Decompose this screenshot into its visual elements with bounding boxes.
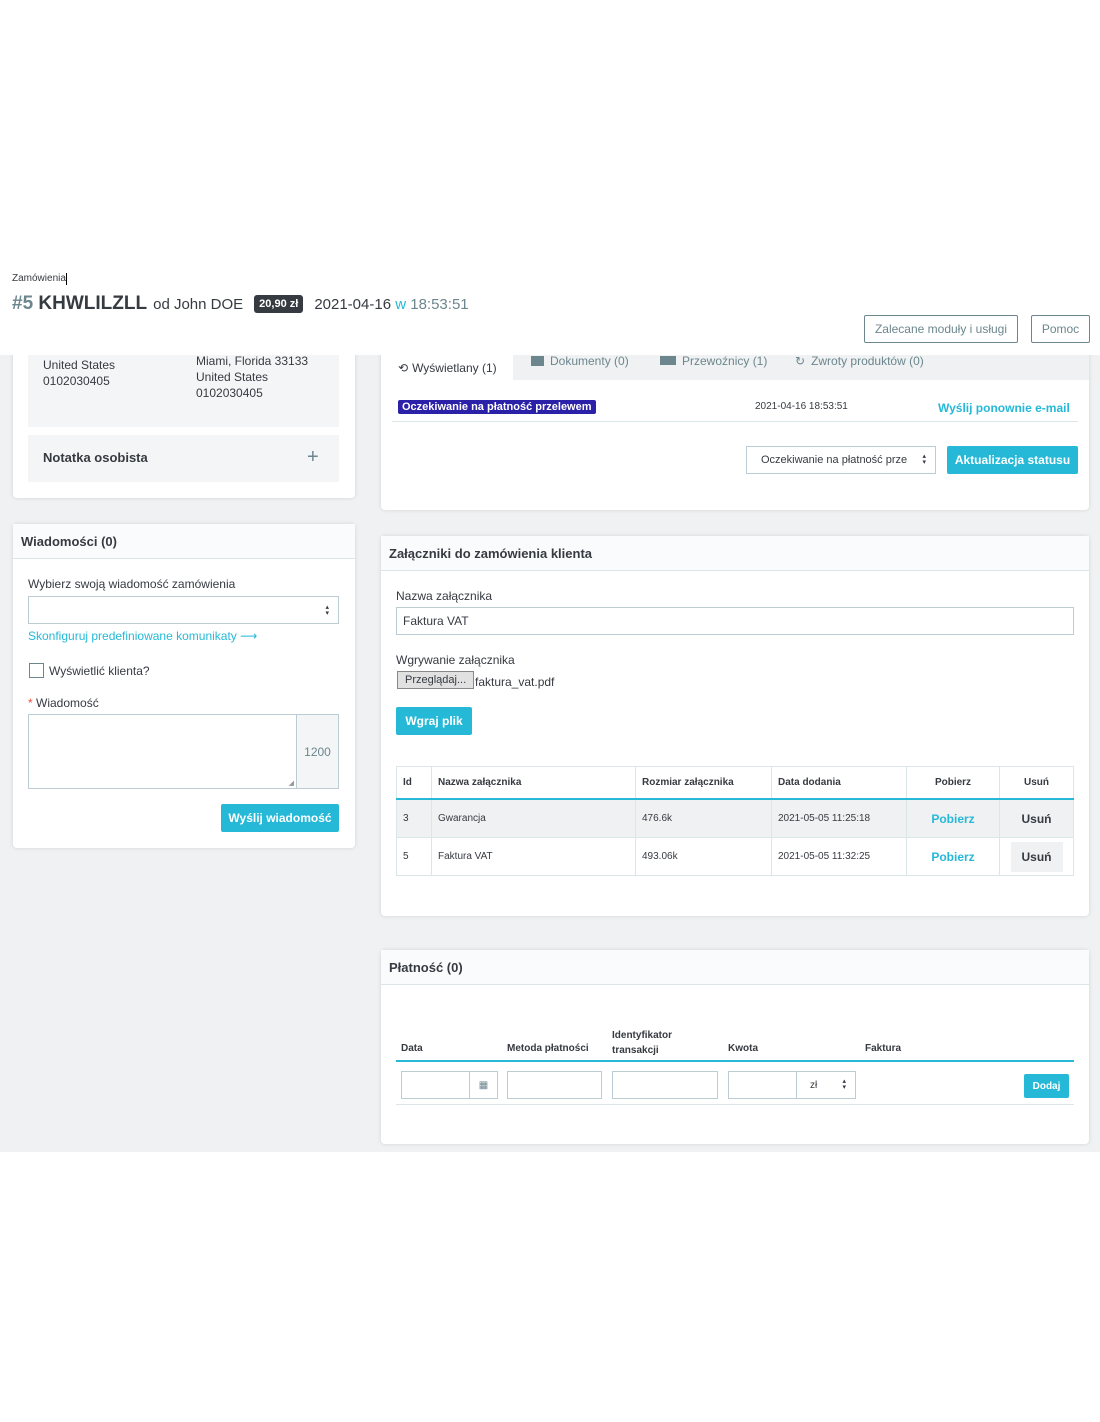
configure-messages-link[interactable]: Skonfiguruj predefiniowane komunikaty ⟶ (28, 629, 257, 643)
order-customer: od John DOE (153, 295, 244, 313)
display-customer-label: Wyświetlić klienta? (49, 664, 150, 678)
attachments-card: Załączniki do zamówienia klienta Nazwa z… (381, 536, 1089, 916)
cell-id: 5 (396, 837, 432, 876)
resize-handle-icon[interactable]: ◢ (289, 779, 294, 787)
col-download: Pobierz (906, 766, 1000, 800)
tab-carriers[interactable]: Przewoźnicy (1) (660, 355, 767, 373)
cell-date: 2021-05-05 11:32:25 (771, 837, 907, 876)
payment-row-divider (396, 1104, 1074, 1105)
col-date: Data (401, 1043, 423, 1054)
status-card: ⟲ Wyświetlany (1) Dokumenty (0) Przewoźni… (381, 355, 1089, 510)
address-city: Miami, Florida 33133 (196, 355, 309, 368)
personal-note-box[interactable]: Notatka osobista + (28, 435, 339, 482)
help-button[interactable]: Pomoc (1031, 315, 1090, 343)
truck-icon (660, 356, 676, 365)
status-badge: Oczekiwanie na płatność przelewem (398, 400, 596, 414)
address-phone: 0102030405 (196, 386, 263, 400)
table-header-row: Id Nazwa załącznika Rozmiar załącznika D… (396, 766, 1074, 800)
messages-title: Wiadomości (0) (13, 524, 355, 559)
page-title: #5 KHWLILZLL od John DOE 20,90 zł 2021-0… (12, 291, 469, 317)
col-amount: Kwota (728, 1043, 758, 1054)
col-invoice: Faktura (865, 1043, 902, 1054)
col-id: Id (396, 766, 432, 800)
order-reference: #5 KHWLILZLL (12, 293, 148, 314)
cell-date: 2021-05-05 11:25:18 (771, 798, 907, 838)
messages-card: Wiadomości (0) Wybierz swoją wiadomość z… (13, 524, 355, 848)
plus-icon[interactable]: + (307, 446, 319, 469)
order-total-badge: 20,90 zł (254, 295, 304, 313)
tab-documents[interactable]: Dokumenty (0) (531, 355, 629, 373)
download-link[interactable]: Pobierz (906, 837, 1000, 876)
address-country: United States (196, 370, 269, 384)
payment-date-input[interactable] (401, 1071, 470, 1099)
arrow-right-icon: ⟶ (240, 629, 258, 643)
return-icon: ↻ (795, 355, 806, 368)
tab-status[interactable]: ⟲ Wyświetlany (1) (381, 355, 513, 380)
payment-title: Płatność (0) (381, 950, 1089, 985)
cell-id: 3 (396, 798, 432, 838)
payment-header-border (396, 1060, 1074, 1062)
col-size: Rozmiar załącznika (635, 766, 772, 800)
status-date: 2021-04-16 18:53:51 (755, 401, 848, 412)
status-select[interactable]: Oczekiwanie na płatność prze (746, 446, 936, 474)
attachment-name-label: Nazwa załącznika (396, 589, 493, 603)
status-divider (392, 421, 1078, 422)
address-box: United States 0102030405 Miami, Florida … (28, 355, 339, 427)
download-link[interactable]: Pobierz (906, 798, 1000, 838)
personal-note-label: Notatka osobista (43, 450, 148, 465)
currency-select[interactable]: zł (796, 1071, 856, 1099)
cell-size: 476.6k (635, 798, 772, 838)
col-method: Metoda płatności (507, 1043, 589, 1054)
amount-input[interactable] (728, 1071, 797, 1099)
update-status-button[interactable]: Aktualizacja statusu (947, 446, 1078, 474)
status-tabs: ⟲ Wyświetlany (1) Dokumenty (0) Przewoźni… (381, 355, 1089, 380)
payment-card: Płatność (0) Data Metoda płatności Ident… (381, 950, 1089, 1144)
select-arrows-icon (842, 1079, 846, 1092)
text-cursor (66, 273, 67, 285)
display-customer-checkbox[interactable] (29, 663, 44, 678)
document-icon (531, 355, 544, 366)
table-row: 5 Faktura VAT 493.06k 2021-05-05 11:32:2… (396, 837, 1074, 876)
add-payment-button[interactable]: Dodaj (1024, 1074, 1069, 1098)
select-arrows-icon (325, 604, 329, 618)
table-row: 3 Gwarancja 476.6k 2021-05-05 11:25:18 P… (396, 798, 1074, 838)
attachments-table: Id Nazwa załącznika Rozmiar załącznika D… (396, 766, 1074, 876)
attachments-title: Załączniki do zamówienia klienta (381, 536, 1089, 571)
calendar-icon[interactable]: ▦ (469, 1071, 498, 1099)
address-phone: 0102030405 (43, 374, 110, 388)
char-counter: 1200 (296, 714, 339, 789)
transaction-id-input[interactable] (612, 1071, 718, 1099)
recommended-modules-button[interactable]: Zalecane moduły i usługi (864, 315, 1018, 343)
main-content: United States 0102030405 Miami, Florida … (0, 355, 1100, 1152)
cell-name: Gwarancja (431, 798, 636, 838)
breadcrumb[interactable]: Zamówienia (12, 273, 66, 284)
message-select-label: Wybierz swoją wiadomość zamówienia (28, 577, 236, 591)
select-arrows-icon (922, 454, 926, 467)
cell-size: 493.06k (635, 837, 772, 876)
message-select[interactable] (28, 596, 339, 624)
delete-button[interactable]: Usuń (999, 798, 1074, 838)
tab-returns[interactable]: ↻ Zwroty produktów (0) (795, 355, 924, 373)
payment-method-input[interactable] (507, 1071, 602, 1099)
order-date: 2021-04-16 w 18:53:51 (314, 295, 469, 313)
delete-button[interactable]: Usuń (999, 837, 1074, 876)
attachment-name-input[interactable]: Faktura VAT (396, 607, 1074, 635)
col-name: Nazwa załącznika (431, 766, 636, 800)
selected-file-name: faktura_vat.pdf (475, 675, 555, 689)
cell-name: Faktura VAT (431, 837, 636, 876)
customer-card: United States 0102030405 Miami, Florida … (13, 355, 355, 498)
col-date: Data dodania (771, 766, 907, 800)
col-delete: Usuń (999, 766, 1074, 800)
attachment-upload-label: Wgrywanie załącznika (396, 653, 515, 667)
message-label: * Wiadomość (28, 696, 99, 710)
message-textarea[interactable]: ◢ (28, 714, 297, 789)
browse-button[interactable]: Przeglądaj... (397, 671, 475, 689)
address-country: United States (43, 358, 116, 372)
history-icon: ⟲ (398, 360, 409, 375)
resend-email-link[interactable]: Wyślij ponownie e-mail (938, 401, 1070, 415)
col-transaction: Identyfikator transakcji (612, 1030, 673, 1056)
send-message-button[interactable]: Wyślij wiadomość (221, 804, 339, 832)
upload-file-button[interactable]: Wgraj plik (396, 707, 472, 735)
